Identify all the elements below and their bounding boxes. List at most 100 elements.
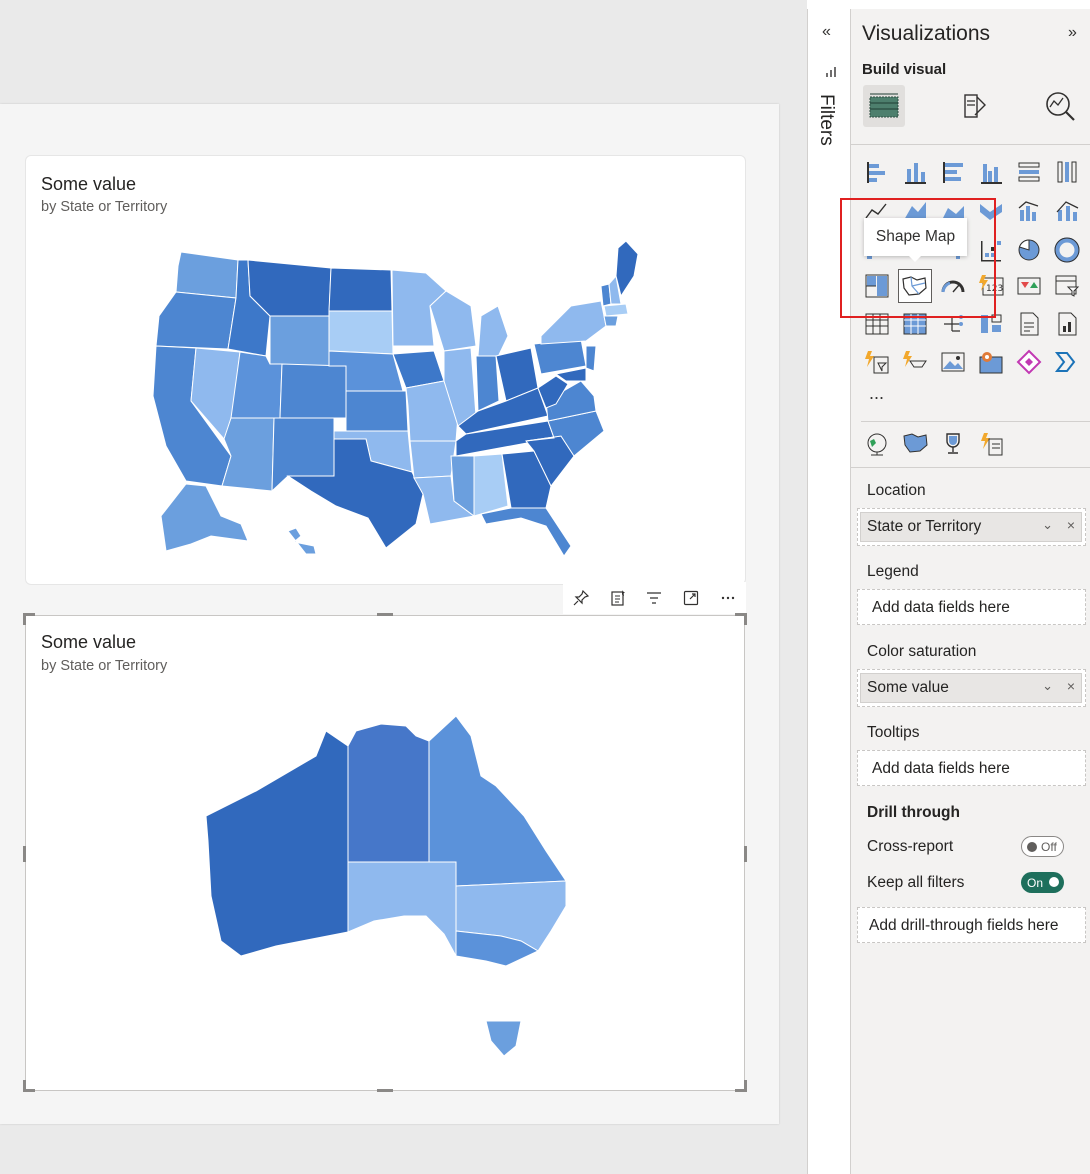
filter-bars-icon <box>825 65 837 83</box>
build-visual-icon[interactable] <box>863 85 905 127</box>
smart-narrative-icon[interactable] <box>1014 309 1044 339</box>
color-saturation-field-pill[interactable]: Some value ⌄ × <box>860 673 1082 703</box>
100-stacked-bar-chart-icon[interactable] <box>1014 157 1044 187</box>
state-connecticut <box>603 315 619 327</box>
state-western-australia <box>205 730 349 957</box>
build-visual-label: Build visual <box>862 61 947 78</box>
resize-handle[interactable] <box>23 1080 26 1092</box>
location-well[interactable]: State or Territory ⌄ × <box>857 508 1086 546</box>
toggle-state: Off <box>1041 840 1057 854</box>
stacked-column-chart-icon[interactable] <box>900 157 930 187</box>
keep-all-filters-label: Keep all filters <box>867 874 965 891</box>
power-apps-custom-icon[interactable] <box>976 429 1006 459</box>
state-new-york <box>540 300 607 345</box>
collapse-left-icon[interactable]: « <box>822 23 831 41</box>
divider <box>851 467 1090 468</box>
more-visuals-button[interactable]: ... <box>869 383 884 404</box>
paginated-report-icon[interactable] <box>1052 309 1082 339</box>
legend-well[interactable]: Add data fields here <box>857 589 1086 625</box>
state-indiana <box>475 355 500 412</box>
field-name: Some value <box>867 679 949 696</box>
filters-pane[interactable]: « Filters <box>807 9 851 1174</box>
cross-report-toggle[interactable]: Off <box>1021 836 1064 857</box>
stacked-bar-chart-icon[interactable] <box>862 157 892 187</box>
shape-map-custom-icon[interactable] <box>900 429 930 459</box>
chevron-down-icon[interactable]: ⌄ <box>1042 678 1053 694</box>
clustered-column-chart-icon[interactable] <box>976 157 1006 187</box>
usa-map[interactable] <box>26 156 747 586</box>
slicer-icon[interactable] <box>1052 271 1082 301</box>
visualizations-pane: Visualizations » Build visual 123 ... Lo… <box>851 9 1090 1174</box>
tooltips-placeholder: Add data fields here <box>872 760 1010 777</box>
kpi-icon[interactable] <box>1014 271 1044 301</box>
legend-placeholder: Add data fields here <box>872 599 1010 616</box>
field-name: State or Territory <box>867 518 982 535</box>
more-options-icon[interactable] <box>715 585 741 611</box>
state-wyoming <box>269 315 330 367</box>
resize-handle[interactable] <box>377 1089 393 1092</box>
image-icon[interactable] <box>938 347 968 377</box>
tooltips-well[interactable]: Add data fields here <box>857 750 1086 786</box>
chevron-down-icon[interactable]: ⌄ <box>1042 517 1053 533</box>
trophy-icon[interactable] <box>938 429 968 459</box>
clustered-bar-chart-icon[interactable] <box>938 157 968 187</box>
state-new-jersey <box>585 345 597 372</box>
azure-map-icon[interactable] <box>976 347 1006 377</box>
mode-divider <box>851 144 1090 145</box>
pie-chart-icon[interactable] <box>1014 235 1044 265</box>
state-south-australia <box>347 861 457 957</box>
goals-icon[interactable] <box>1052 347 1082 377</box>
remove-field-icon[interactable]: × <box>1067 517 1075 533</box>
state-south-dakota <box>328 310 394 355</box>
visual-header-toolbar <box>563 582 746 614</box>
focus-mode-icon[interactable] <box>678 585 704 611</box>
location-field-pill[interactable]: State or Territory ⌄ × <box>860 512 1082 542</box>
resize-handle[interactable] <box>744 613 747 625</box>
filters-label[interactable]: Filters <box>815 94 837 146</box>
remove-field-icon[interactable]: × <box>1067 678 1075 694</box>
pin-icon[interactable] <box>568 585 594 611</box>
copy-visual-icon[interactable] <box>605 585 631 611</box>
report-canvas: Some value by State or Territory Some va… <box>0 0 807 1174</box>
highlight-box <box>840 198 996 318</box>
legend-label: Legend <box>867 563 919 580</box>
color-saturation-label: Color saturation <box>867 643 977 660</box>
state-northern-territory <box>347 723 430 863</box>
resize-handle[interactable] <box>23 613 26 625</box>
state-kansas <box>345 390 409 432</box>
australia-map[interactable] <box>26 616 746 1092</box>
format-visual-icon[interactable] <box>951 85 993 127</box>
power-automate-icon[interactable] <box>900 347 930 377</box>
state-tasmania <box>485 1020 522 1057</box>
power-apps-icon[interactable] <box>862 347 892 377</box>
collapse-right-icon[interactable]: » <box>1068 24 1077 42</box>
keep-all-filters-toggle[interactable]: On <box>1021 872 1064 893</box>
usa-shape-map-visual[interactable]: Some value by State or Territory <box>25 155 746 585</box>
line-and-stacked-column-chart-icon[interactable] <box>1052 196 1082 226</box>
resize-handle[interactable] <box>744 1080 747 1092</box>
australia-shape-map-visual[interactable]: Some value by State or Territory <box>25 615 745 1091</box>
resize-handle[interactable] <box>23 846 26 862</box>
color-saturation-well[interactable]: Some value ⌄ × <box>857 669 1086 707</box>
donut-chart-icon[interactable] <box>1052 235 1082 265</box>
cross-report-label: Cross-report <box>867 838 954 855</box>
analytics-icon[interactable] <box>1039 85 1081 127</box>
state-florida <box>480 507 572 557</box>
toggle-knob <box>1027 842 1037 852</box>
state-queensland <box>428 715 567 887</box>
resize-handle[interactable] <box>377 613 393 616</box>
100-stacked-column-chart-icon[interactable] <box>1052 157 1082 187</box>
report-page: Some value by State or Territory Some va… <box>0 104 779 1124</box>
globe-visual-icon[interactable] <box>862 429 892 459</box>
state-wisconsin <box>429 290 477 352</box>
state-massachusetts <box>603 303 629 317</box>
filter-icon[interactable] <box>641 585 667 611</box>
state-oregon <box>155 291 237 350</box>
qa-visual-icon[interactable] <box>1014 347 1044 377</box>
toggle-knob <box>1049 877 1059 887</box>
line-and-column-chart-icon[interactable] <box>1014 196 1044 226</box>
resize-handle[interactable] <box>744 846 747 862</box>
drill-through-well[interactable]: Add drill-through fields here <box>857 907 1086 943</box>
state-michigan <box>477 305 509 362</box>
toggle-state: On <box>1027 876 1044 890</box>
